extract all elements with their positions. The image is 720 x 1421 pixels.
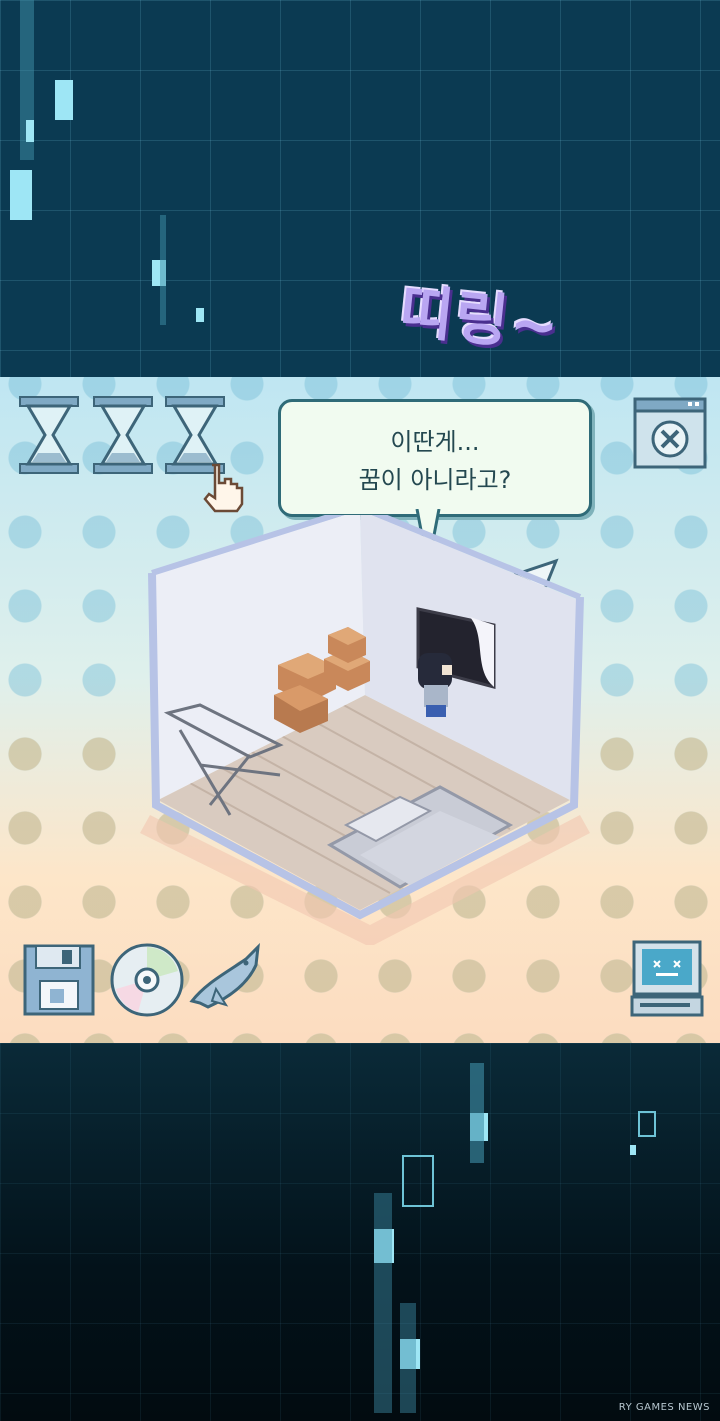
speech-line-1: 이딴게... — [390, 428, 480, 456]
floppy-disk-icon[interactable] — [22, 943, 96, 1017]
glitch-block — [630, 1145, 636, 1155]
speech-bubble: 이딴게... 꿈이 아니라고? — [278, 399, 592, 517]
isometric-room — [140, 503, 590, 947]
glitch-block — [374, 1193, 392, 1413]
cd-disc-icon[interactable] — [108, 941, 186, 1019]
hourglass-icon[interactable] — [92, 395, 154, 475]
glitch-block — [26, 120, 34, 142]
sound-effect-text: 띠링~ — [396, 276, 564, 362]
glitch-frame — [638, 1111, 656, 1137]
hourglass-icon[interactable] — [18, 395, 80, 475]
speech-line-2: 꿈이 아니라고? — [358, 466, 512, 494]
watermark-text: RY GAMES NEWS — [618, 1402, 710, 1413]
glitch-block — [10, 170, 32, 220]
glitch-block — [55, 80, 73, 120]
glitch-frame — [402, 1155, 434, 1207]
glitch-block — [160, 215, 166, 325]
game-panel: 이딴게... 꿈이 아니라고? — [0, 377, 720, 1043]
top-digital-background — [0, 0, 720, 377]
close-window-button[interactable] — [633, 397, 707, 469]
glitch-block — [400, 1303, 416, 1413]
glitch-block — [470, 1063, 484, 1163]
glitch-block — [196, 308, 204, 322]
computer-icon[interactable] — [628, 939, 706, 1019]
dolphin-icon[interactable] — [186, 942, 266, 1017]
bottom-digital-background — [0, 1043, 720, 1421]
pointing-hand-icon — [196, 461, 246, 513]
